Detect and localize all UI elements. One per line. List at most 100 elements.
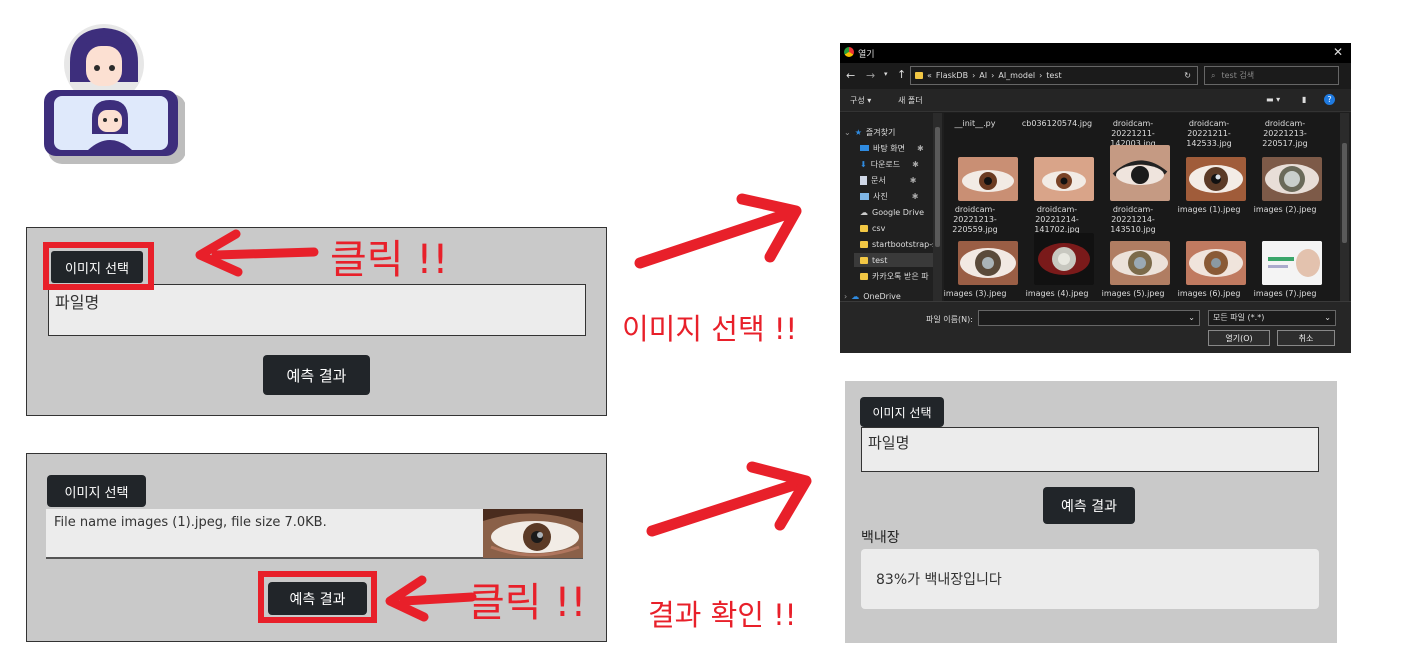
file-thumbnail[interactable] [1110, 145, 1170, 201]
folder-icon [860, 256, 868, 264]
file-thumbnail[interactable] [1186, 157, 1246, 201]
file-caption[interactable]: droidcam-20221214-141702.jpg [1020, 205, 1094, 235]
filename-input[interactable]: ⌄ [978, 310, 1200, 326]
file-caption[interactable]: images (5).jpeg [1096, 289, 1170, 299]
breadcrumb-item[interactable]: FlaskDB [936, 71, 968, 80]
file-thumbnail[interactable] [1034, 233, 1094, 285]
pin-icon: ✱ [911, 191, 919, 201]
caption-select-image: 이미지 선택 !! [622, 312, 798, 346]
breadcrumb-item[interactable]: AI [979, 71, 987, 80]
file-caption[interactable]: droidcam-20221211-142533.jpg [1172, 119, 1246, 149]
sidebar-item-kakaotalk[interactable]: 카카오톡 받은 파 [860, 269, 929, 283]
up-icon[interactable]: ↑ [897, 68, 906, 81]
select-image-button[interactable]: 이미지 선택 [47, 475, 146, 507]
sidebar-item-test[interactable]: test [854, 253, 940, 267]
result-label: 백내장 [861, 530, 900, 546]
filename-placeholder: 파일명 [55, 293, 100, 312]
dialog-toolbar: 구성 ▾ 새 폴더 ▬ ▾ ▮ ? [840, 89, 1351, 112]
file-caption[interactable]: images (1).jpeg [1172, 205, 1246, 215]
predict-button[interactable]: 예측 결과 [263, 355, 370, 395]
file-thumbnail[interactable] [1262, 157, 1322, 201]
sidebar-item-downloads[interactable]: ⬇ 다운로드 ✱ [860, 157, 919, 171]
organize-button[interactable]: 구성 ▾ [850, 95, 871, 106]
filename-label: 파일 이름(N): [926, 315, 973, 324]
search-input[interactable]: ⌕ test 검색 [1204, 66, 1339, 85]
sidebar-item-csv[interactable]: csv [860, 221, 885, 235]
filename-field[interactable]: 파일명 [48, 284, 586, 336]
highlight-predict-button [258, 571, 377, 623]
dialog-navbar: ← → ▾ ↑ « FlaskDB › AI › AI_model › test… [840, 63, 1351, 89]
star-icon: ★ [854, 127, 862, 137]
sidebar-item-favorites[interactable]: ⌄ ★ 즐겨찾기 [844, 125, 895, 139]
sidebar-item-documents[interactable]: 문서 ✱ [860, 173, 916, 187]
new-folder-button[interactable]: 새 폴더 [898, 95, 923, 106]
sidebar-item-google-drive[interactable]: ☁ Google Drive [860, 205, 924, 219]
dialog-sidebar: ⌄ ★ 즐겨찾기 바탕 화면 ✱ ⬇ 다운로드 ✱ 문서 ✱ 사진 ✱ ☁ Google Dri… [840, 113, 942, 301]
search-placeholder: test 검색 [1221, 71, 1255, 80]
chevron-down-icon[interactable]: ▾ [884, 70, 888, 78]
file-caption[interactable]: droidcam-20221213-220559.jpg [938, 205, 1012, 235]
file-caption[interactable]: images (7).jpeg [1248, 289, 1322, 299]
filetype-value: 모든 파일 (*.*) [1213, 313, 1265, 322]
sidebar-item-pictures[interactable]: 사진 ✱ [860, 189, 918, 203]
click-annotation-1: 클릭 !! [330, 237, 449, 283]
breadcrumb-item[interactable]: test [1046, 71, 1061, 80]
file-caption[interactable]: droidcam-20221213-220517.jpg [1248, 119, 1322, 149]
file-caption[interactable]: images (3).jpeg [938, 289, 1012, 299]
address-bar[interactable]: « FlaskDB › AI › AI_model › test ↻ [910, 66, 1198, 85]
preview-pane-icon[interactable]: ▮ [1302, 95, 1306, 104]
dialog-titlebar: 열기 ✕ [840, 43, 1351, 63]
file-caption[interactable]: images (4).jpeg [1020, 289, 1094, 299]
onedrive-icon: ☁ [851, 291, 860, 301]
sidebar-item-desktop[interactable]: 바탕 화면 ✱ [860, 141, 924, 155]
pin-icon: ✱ [909, 175, 917, 185]
help-icon[interactable]: ? [1324, 94, 1335, 105]
view-options-icon[interactable]: ▬ ▾ [1266, 95, 1280, 104]
back-icon[interactable]: ← [846, 69, 855, 82]
breadcrumb-item[interactable]: AI_model [998, 71, 1035, 80]
cloud-icon: ☁ [860, 207, 868, 217]
click-annotation-2: 클릭 !! [468, 580, 587, 626]
image-preview [483, 509, 583, 558]
file-caption[interactable]: cb036120574.jpg [1020, 119, 1094, 129]
folder-icon [860, 240, 868, 248]
breadcrumb-item[interactable]: « [927, 71, 932, 80]
sidebar-item-startbootstrap[interactable]: startbootstrap-sl [860, 237, 939, 251]
file-thumbnail[interactable] [1186, 241, 1246, 285]
chrome-icon [844, 47, 854, 57]
arrow-right-icon [646, 461, 812, 537]
select-image-button[interactable]: 이미지 선택 [860, 397, 944, 427]
file-thumbnail[interactable] [958, 157, 1018, 201]
predict-button[interactable]: 예측 결과 [1043, 487, 1135, 524]
file-thumbnail[interactable] [1110, 241, 1170, 285]
dialog-footer: 파일 이름(N): ⌄ 모든 파일 (*.*) ⌄ 열기(O) 취소 [840, 301, 1351, 353]
filename-field[interactable]: 파일명 [861, 427, 1319, 472]
folder-icon [915, 72, 923, 79]
arrow-left-icon [195, 229, 319, 277]
file-caption[interactable]: images (2).jpeg [1248, 205, 1322, 215]
app-logo [40, 22, 186, 164]
picture-icon [860, 192, 869, 200]
refresh-icon[interactable]: ↻ [1184, 71, 1191, 80]
breadcrumb-separator: › [1039, 71, 1043, 80]
content-scrollbar[interactable] [1340, 113, 1349, 301]
filetype-select[interactable]: 모든 파일 (*.*) ⌄ [1208, 310, 1336, 326]
cancel-button[interactable]: 취소 [1277, 330, 1335, 346]
result-panel: 이미지 선택 파일명 예측 결과 백내장 83%가 백내장입니다 [845, 381, 1337, 643]
file-thumbnail[interactable] [1034, 157, 1094, 201]
file-caption[interactable]: droidcam-20221214-143510.jpg [1096, 205, 1170, 235]
file-caption[interactable]: images (6).jpeg [1172, 289, 1246, 299]
open-button[interactable]: 열기(O) [1208, 330, 1270, 346]
close-icon[interactable]: ✕ [1333, 45, 1343, 59]
result-text: 83%가 백내장입니다 [876, 572, 1002, 588]
chevron-down-icon[interactable]: ⌄ [1188, 313, 1195, 322]
dialog-title: 열기 [858, 50, 875, 60]
filename-placeholder: 파일명 [868, 434, 910, 452]
download-icon: ⬇ [860, 159, 867, 169]
forward-icon[interactable]: → [866, 69, 875, 82]
search-icon: ⌕ [1211, 70, 1216, 80]
folder-icon [860, 224, 868, 232]
file-thumbnail[interactable] [1262, 241, 1322, 285]
file-caption[interactable]: __init__.py [938, 119, 1012, 129]
file-thumbnail[interactable] [958, 241, 1018, 285]
